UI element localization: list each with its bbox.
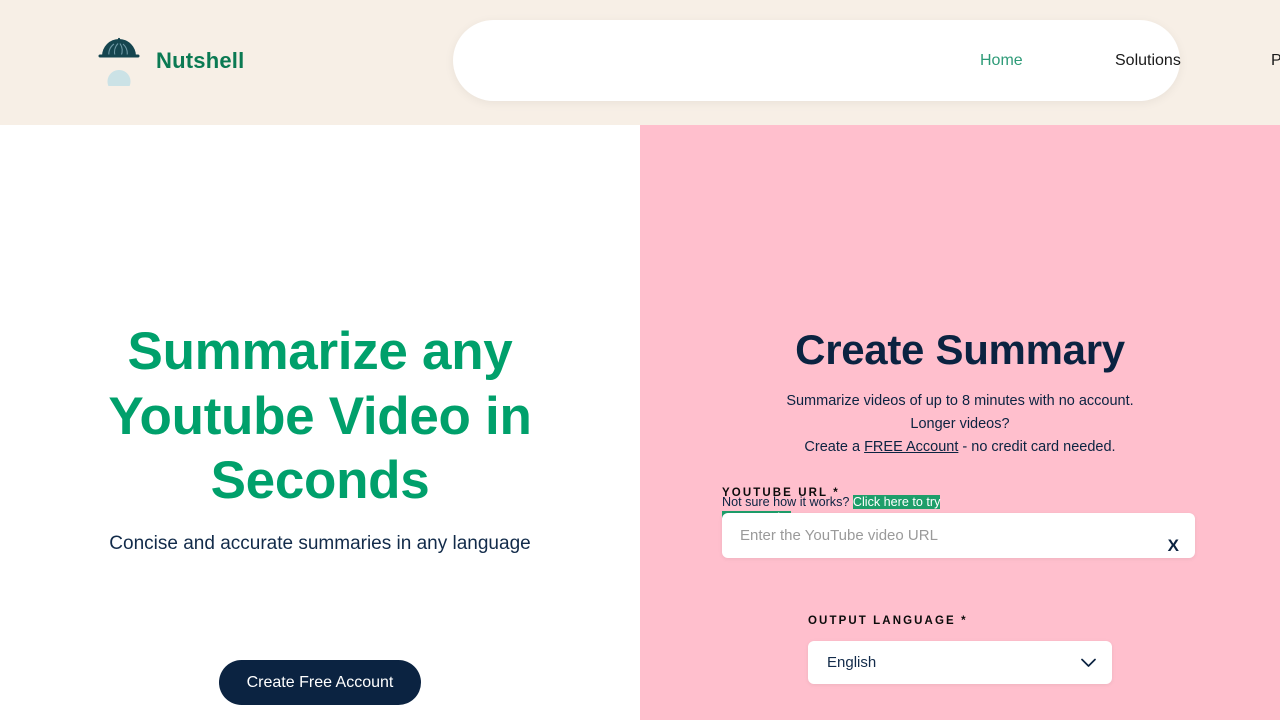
youtube-url-input[interactable] bbox=[722, 513, 1195, 558]
output-language-label: Output Language * bbox=[808, 615, 968, 627]
brand-name: Nutshell bbox=[156, 48, 245, 73]
helper-prefix: Not sure how it works? bbox=[722, 495, 853, 509]
nav-link-solutions[interactable]: Solutions bbox=[1115, 52, 1181, 70]
desc-line-3-pre: Create a bbox=[804, 438, 865, 455]
clear-url-button[interactable]: X bbox=[1164, 535, 1183, 556]
hero-section: Summarize any Youtube Video in Seconds C… bbox=[0, 125, 640, 720]
nav-pill: Home Solutions Pricing Log In Create Acc… bbox=[453, 20, 1280, 101]
desc-line-2: Longer videos? bbox=[910, 415, 1010, 432]
output-language-select[interactable]: English bbox=[808, 641, 1112, 684]
site-header: Nutshell Home Solutions Pricing Log In C… bbox=[0, 0, 1280, 125]
output-language-field-wrap: English bbox=[808, 641, 1112, 684]
nav-link-pricing[interactable]: Pricing bbox=[1271, 52, 1280, 70]
acorn-logo-icon bbox=[98, 37, 140, 86]
hero-title: Summarize any Youtube Video in Seconds bbox=[108, 322, 532, 511]
free-account-link[interactable]: FREE Account bbox=[864, 439, 958, 455]
page-root: Nutshell Home Solutions Pricing Log In C… bbox=[0, 0, 1280, 720]
nav-link-home[interactable]: Home bbox=[980, 52, 1023, 70]
panel-title: Create Summary bbox=[795, 326, 1125, 373]
create-summary-panel: Create Summary Summarize videos of up to… bbox=[640, 125, 1280, 720]
hero-subtitle: Concise and accurate summaries in any la… bbox=[109, 533, 531, 554]
create-free-account-button[interactable]: Create Free Account bbox=[219, 660, 421, 705]
youtube-url-field-wrap: X bbox=[722, 513, 1195, 558]
panel-description: Summarize videos of up to 8 minutes with… bbox=[700, 390, 1220, 458]
desc-line-1: Summarize videos of up to 8 minutes with… bbox=[786, 393, 1134, 409]
desc-line-3-post: - no credit card needed. bbox=[958, 438, 1116, 455]
brand-logo-group[interactable]: Nutshell bbox=[96, 36, 244, 86]
